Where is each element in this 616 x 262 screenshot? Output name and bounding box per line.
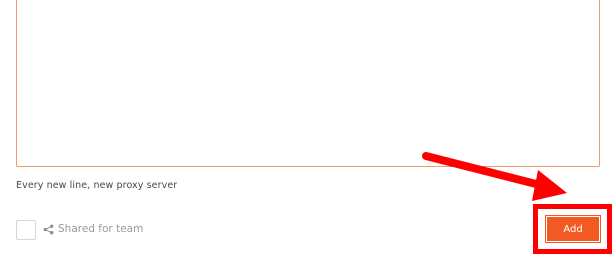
proxy-list-textarea[interactable] xyxy=(16,0,600,167)
shared-for-team-checkbox[interactable] xyxy=(16,220,36,240)
add-button[interactable]: Add xyxy=(545,215,601,243)
proxy-input-hint: Every new line, new proxy server xyxy=(16,180,178,191)
shared-for-team-label[interactable]: Shared for team xyxy=(58,223,143,235)
share-icon xyxy=(43,224,54,235)
